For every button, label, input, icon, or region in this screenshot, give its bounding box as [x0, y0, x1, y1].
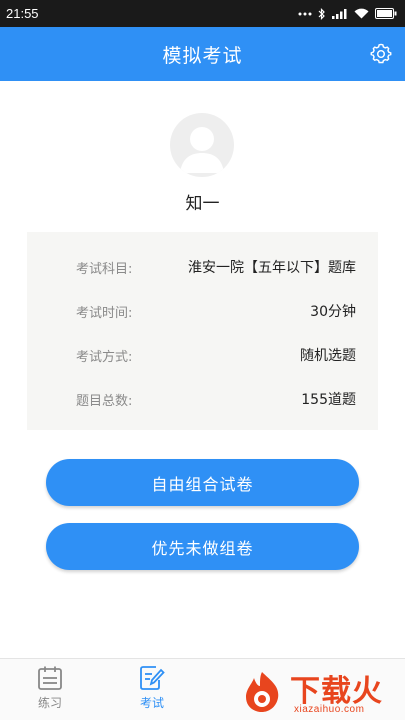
app-bar: 模拟考试: [0, 27, 405, 81]
watermark: 下载火 xiazaihuo.com: [238, 664, 405, 720]
flame-logo-icon: [246, 672, 279, 712]
calendar-icon: [38, 666, 62, 690]
info-value: 淮安一院【五年以下】题库: [188, 260, 356, 276]
exam-info-card: 考试科目: 淮安一院【五年以下】题库 考试时间: 30分钟 考试方式: 随机选题…: [27, 232, 378, 430]
info-label: 题目总数:: [76, 393, 133, 409]
signal-dots-icon: [298, 12, 312, 15]
user-avatar-icon: [180, 127, 224, 173]
info-label: 考试科目:: [76, 261, 133, 277]
tab-label: 考试: [139, 696, 164, 710]
edit-note-icon: [140, 666, 165, 690]
avatar[interactable]: [170, 113, 234, 177]
tab-exam[interactable]: 考试: [122, 665, 182, 717]
info-value: 155道题: [301, 392, 356, 408]
user-name: 知一: [185, 194, 220, 214]
status-icons: [298, 7, 397, 20]
wifi-icon: [354, 8, 369, 19]
info-value: 30分钟: [310, 304, 356, 320]
status-time: 21:55: [6, 6, 39, 21]
info-label: 考试方式:: [76, 349, 133, 365]
gear-icon: [370, 43, 392, 64]
tab-label: 练习: [37, 696, 62, 710]
page-title: 模拟考试: [162, 44, 243, 67]
tab-practice[interactable]: 练习: [20, 665, 80, 717]
battery-icon: [375, 8, 397, 19]
info-row-subject: 考试科目: 淮安一院【五年以下】题库: [27, 245, 378, 289]
info-value: 随机选题: [300, 348, 356, 364]
info-row-mode: 考试方式: 随机选题: [27, 333, 378, 377]
free-compose-button[interactable]: 自由组合试卷: [46, 459, 359, 506]
unanswered-first-button[interactable]: 优先未做组卷: [46, 523, 359, 570]
cellular-signal-icon: [332, 9, 347, 19]
info-label: 考试时间:: [76, 305, 133, 321]
watermark-url: xiazaihuo.com: [294, 704, 365, 715]
info-row-duration: 考试时间: 30分钟: [27, 289, 378, 333]
settings-button[interactable]: [369, 42, 393, 66]
info-row-total: 题目总数: 155道题: [27, 377, 378, 421]
bluetooth-icon: [318, 7, 325, 20]
status-bar: 21:55: [0, 0, 405, 27]
